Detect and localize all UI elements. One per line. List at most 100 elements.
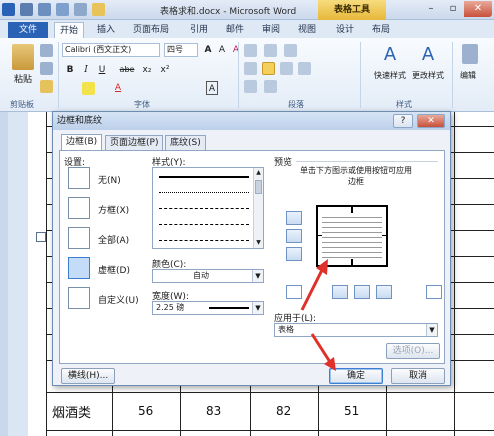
- line-style-dotted[interactable]: [159, 192, 249, 193]
- quick-styles-icon[interactable]: A: [380, 44, 400, 66]
- quick-styles-label[interactable]: 快速样式: [374, 70, 406, 81]
- print-preview-icon[interactable]: [74, 3, 87, 16]
- top-border-button[interactable]: [286, 211, 302, 225]
- maximize-button[interactable]: ▫: [442, 1, 464, 17]
- line-style-long-dash[interactable]: [159, 224, 249, 225]
- align-center-icon[interactable]: [262, 62, 275, 75]
- font-name-combo[interactable]: Calibri (西文正文): [62, 43, 160, 57]
- font-color-button[interactable]: A: [112, 81, 124, 95]
- setting-all-label[interactable]: 全部(A): [98, 233, 129, 246]
- highlight-icon[interactable]: [82, 82, 95, 95]
- minimize-button[interactable]: –: [420, 1, 442, 17]
- table-move-handle-icon[interactable]: [36, 232, 46, 242]
- paste-icon[interactable]: [12, 44, 34, 70]
- grow-font-button[interactable]: A: [202, 43, 214, 57]
- table-cell-value[interactable]: 83: [206, 404, 221, 418]
- paste-label[interactable]: 粘贴: [14, 72, 32, 85]
- scroll-up-icon[interactable]: ▲: [254, 168, 263, 178]
- horizontal-line-button[interactable]: 横线(H)...: [61, 368, 115, 384]
- underline-button[interactable]: U: [96, 63, 108, 77]
- apply-to-select[interactable]: 表格 ▼: [274, 323, 438, 337]
- chevron-down-icon[interactable]: ▼: [252, 302, 263, 314]
- change-styles-label[interactable]: 更改样式: [412, 70, 444, 81]
- tab-borders[interactable]: 边框(B): [61, 134, 103, 151]
- clear-format-button[interactable]: A: [230, 43, 242, 57]
- edit-label[interactable]: 编辑: [460, 70, 476, 81]
- word-app-icon[interactable]: [2, 3, 15, 16]
- strikethrough-button[interactable]: abe: [118, 63, 136, 77]
- dialog-close-button[interactable]: ✕: [417, 114, 445, 128]
- diagonal-down-border-button[interactable]: [286, 285, 302, 299]
- open-icon[interactable]: [92, 3, 105, 16]
- align-right-icon[interactable]: [280, 62, 293, 75]
- inside-horizontal-border-button[interactable]: [286, 229, 302, 243]
- line-style-list[interactable]: ▲ ▼: [152, 167, 264, 249]
- subscript-button[interactable]: x₂: [140, 63, 154, 77]
- line-style-dash-dot[interactable]: [159, 240, 249, 241]
- cancel-button[interactable]: 取消: [391, 368, 445, 384]
- setting-grid-icon[interactable]: [68, 257, 90, 279]
- undo-icon[interactable]: [38, 3, 51, 16]
- table-cell-value[interactable]: 51: [344, 404, 359, 418]
- superscript-button[interactable]: x²: [158, 63, 172, 77]
- save-icon[interactable]: [20, 3, 33, 16]
- preview-diagram[interactable]: [316, 205, 388, 267]
- tab-view[interactable]: 视图: [294, 22, 320, 38]
- diagonal-up-border-button[interactable]: [426, 285, 442, 299]
- redo-icon[interactable]: [56, 3, 69, 16]
- setting-none-icon[interactable]: [68, 167, 90, 189]
- setting-custom-icon[interactable]: [68, 287, 90, 309]
- multilevel-list-icon[interactable]: [284, 44, 297, 57]
- cut-icon[interactable]: [40, 44, 53, 57]
- line-style-solid[interactable]: [159, 176, 249, 178]
- color-select[interactable]: 自动 ▼: [152, 269, 264, 283]
- align-left-icon[interactable]: [244, 62, 257, 75]
- dialog-help-button[interactable]: ?: [393, 114, 413, 128]
- width-select[interactable]: 2.25 磅 ▼: [152, 301, 264, 315]
- vertical-ruler[interactable]: [0, 112, 8, 436]
- scroll-down-icon[interactable]: ▼: [254, 238, 263, 248]
- shrink-font-button[interactable]: A: [216, 43, 228, 57]
- char-border-button[interactable]: A: [206, 81, 218, 95]
- italic-button[interactable]: I: [80, 63, 92, 77]
- setting-box-icon[interactable]: [68, 197, 90, 219]
- right-border-button[interactable]: [376, 285, 392, 299]
- setting-all-icon[interactable]: [68, 227, 90, 249]
- change-styles-icon[interactable]: A: [418, 44, 438, 66]
- copy-icon[interactable]: [40, 62, 53, 75]
- table-cell-value[interactable]: 56: [138, 404, 153, 418]
- tab-layout[interactable]: 布局: [368, 22, 394, 38]
- line-style-dashed[interactable]: [159, 208, 249, 209]
- scroll-thumb[interactable]: [255, 180, 262, 194]
- numbering-icon[interactable]: [264, 44, 277, 57]
- tab-home[interactable]: 开始: [54, 22, 84, 38]
- tab-page-layout[interactable]: 页面布局: [126, 22, 176, 38]
- setting-box-label[interactable]: 方框(X): [98, 203, 129, 216]
- inside-vertical-border-button[interactable]: [354, 285, 370, 299]
- tab-design[interactable]: 设计: [332, 22, 358, 38]
- left-border-button[interactable]: [332, 285, 348, 299]
- tab-shading[interactable]: 底纹(S): [165, 135, 206, 150]
- ok-button[interactable]: 确定: [329, 368, 383, 384]
- bold-button[interactable]: B: [64, 63, 76, 77]
- options-button[interactable]: 选项(O)...: [386, 343, 440, 359]
- setting-custom-label[interactable]: 自定义(U): [98, 293, 139, 306]
- bottom-border-button[interactable]: [286, 247, 302, 261]
- style-list-scrollbar[interactable]: ▲ ▼: [253, 168, 263, 248]
- borders-icon[interactable]: [264, 80, 277, 93]
- tab-page-border[interactable]: 页面边框(P): [105, 135, 164, 150]
- tab-references[interactable]: 引用: [186, 22, 212, 38]
- tab-file[interactable]: 文件: [8, 22, 48, 38]
- chevron-down-icon[interactable]: ▼: [426, 324, 437, 336]
- format-painter-icon[interactable]: [40, 80, 53, 93]
- setting-grid-label[interactable]: 虚框(D): [98, 263, 130, 276]
- bullets-icon[interactable]: [244, 44, 257, 57]
- tab-mailings[interactable]: 邮件: [222, 22, 248, 38]
- table-cell-value[interactable]: 82: [276, 404, 291, 418]
- setting-none-label[interactable]: 无(N): [98, 173, 121, 186]
- table-cell-category[interactable]: 烟酒类: [52, 402, 91, 421]
- font-size-combo[interactable]: 四号: [164, 43, 198, 57]
- tab-insert[interactable]: 插入: [92, 22, 120, 38]
- tab-review[interactable]: 审阅: [258, 22, 284, 38]
- justify-icon[interactable]: [298, 62, 311, 75]
